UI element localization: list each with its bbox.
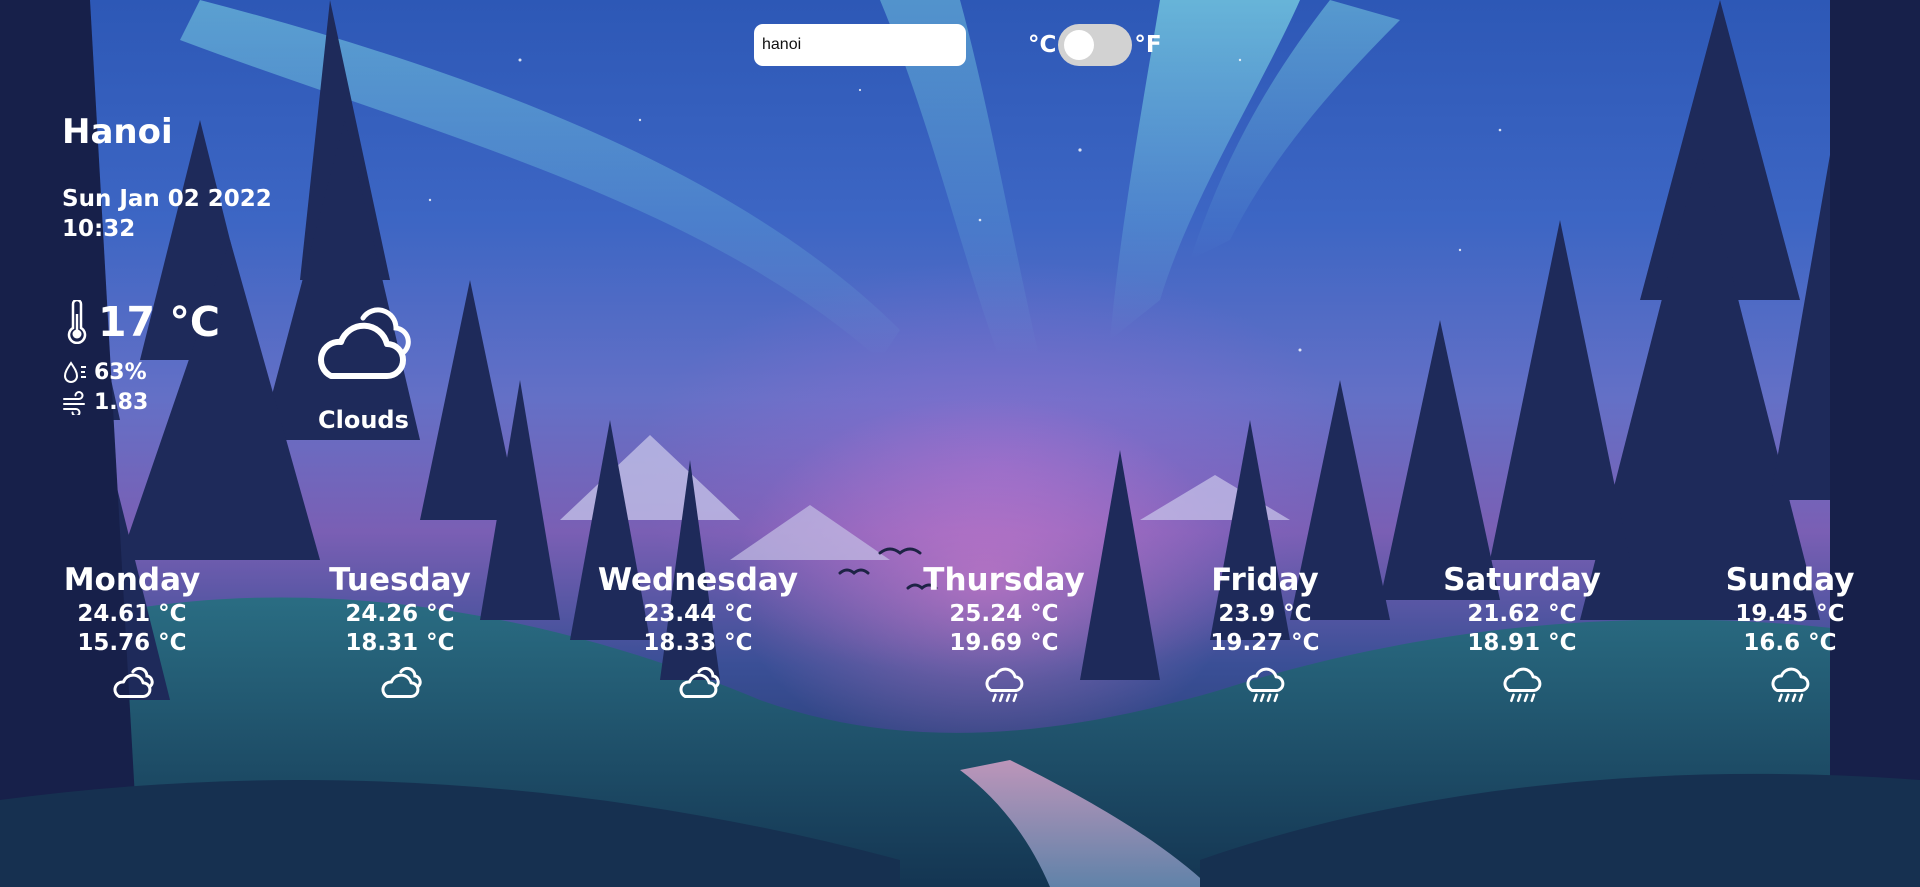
wind-icon — [63, 390, 85, 415]
wind-value: 1.83 — [94, 390, 149, 415]
day-name: Sunday — [1725, 562, 1855, 598]
rain-icon — [1246, 667, 1285, 703]
forecast-day: Tuesday 24.26 °C 18.31 °C — [270, 560, 530, 700]
day-name: Friday — [1211, 562, 1319, 598]
day-name: Wednesday — [597, 562, 799, 598]
forecast-day: Monday 24.61 °C 15.76 °C — [2, 560, 262, 700]
day-low: 18.91 °C — [1467, 630, 1577, 656]
search-input[interactable] — [754, 24, 966, 66]
day-low: 16.6 °C — [1743, 630, 1837, 656]
rain-icon — [1771, 667, 1810, 703]
forecast-day: Saturday 21.62 °C 18.91 °C — [1392, 560, 1652, 706]
day-low: 19.69 °C — [949, 630, 1059, 656]
temperature-value: 17 °C — [98, 298, 220, 346]
day-name: Saturday — [1443, 562, 1601, 598]
humidity-icon — [63, 360, 86, 383]
forecast-day: Friday 23.9 °C 19.27 °C — [1135, 560, 1395, 706]
background-illustration — [0, 0, 1920, 887]
cloud-icon — [381, 666, 422, 698]
thermometer-icon — [67, 300, 87, 344]
forecast-day: Sunday 19.45 °C 16.6 °C — [1660, 560, 1920, 706]
current-time: 10:32 — [62, 216, 136, 242]
cloud-icon — [679, 666, 720, 698]
unit-toggle[interactable]: °C °F — [1028, 24, 1162, 66]
rain-icon — [985, 667, 1024, 703]
day-high: 23.44 °C — [643, 601, 753, 627]
cloud-icon — [113, 666, 154, 698]
day-name: Thursday — [923, 562, 1085, 598]
humidity-value: 63% — [94, 360, 147, 385]
day-high: 21.62 °C — [1467, 601, 1577, 627]
day-high: 24.26 °C — [345, 601, 455, 627]
weather-condition: Clouds — [318, 406, 409, 434]
current-date: Sun Jan 02 2022 — [62, 186, 272, 212]
switch-knob[interactable] — [1064, 30, 1095, 60]
day-low: 15.76 °C — [77, 630, 187, 656]
day-name: Monday — [63, 562, 201, 598]
current-temperature: 17 °C — [66, 298, 220, 346]
forecast-day: Wednesday 23.44 °C 18.33 °C — [568, 560, 828, 700]
cloud-icon — [318, 307, 411, 379]
day-high: 24.61 °C — [77, 601, 187, 627]
day-high: 25.24 °C — [949, 601, 1059, 627]
humidity-row: 63% — [62, 360, 147, 385]
day-name: Tuesday — [329, 562, 471, 598]
celsius-label: °C — [1028, 32, 1057, 58]
rain-icon — [1503, 667, 1542, 703]
fahrenheit-label: °F — [1134, 32, 1162, 58]
day-low: 18.33 °C — [643, 630, 753, 656]
day-low: 19.27 °C — [1210, 630, 1320, 656]
unit-switch[interactable] — [1058, 24, 1133, 66]
day-high: 19.45 °C — [1735, 601, 1845, 627]
day-high: 23.9 °C — [1218, 601, 1312, 627]
forecast-day: Thursday 25.24 °C 19.69 °C — [874, 560, 1134, 706]
city-name: Hanoi — [62, 112, 173, 152]
wind-row: 1.83 — [62, 390, 148, 415]
day-low: 18.31 °C — [345, 630, 455, 656]
